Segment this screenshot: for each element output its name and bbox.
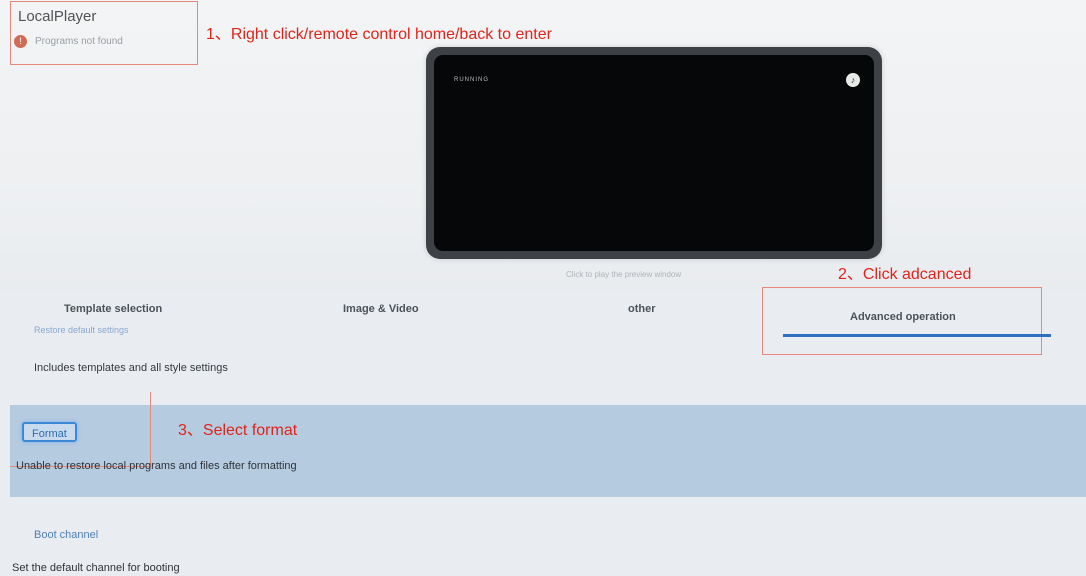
annotation-box-step1: [10, 1, 198, 65]
tab-template-selection[interactable]: Template selection: [64, 303, 162, 315]
preview-screen[interactable]: RUNNING ♪: [434, 55, 874, 251]
annotation-step2: 2、Click adcanced: [838, 266, 972, 283]
boot-channel-title[interactable]: Boot channel: [34, 529, 98, 541]
annotation-box-step3: [10, 392, 151, 467]
restore-settings-title[interactable]: Restore default settings: [34, 325, 129, 335]
annotation-step3: 3、Select format: [178, 422, 298, 439]
tab-other[interactable]: other: [628, 303, 656, 315]
format-desc: Unable to restore local programs and fil…: [16, 460, 297, 472]
annotation-step1: 1、Right click/remote control home/back t…: [206, 26, 552, 43]
boot-channel-desc: Set the default channel for booting: [12, 562, 180, 574]
preview-window[interactable]: RUNNING ♪: [426, 47, 882, 259]
play-icon[interactable]: ♪: [846, 73, 860, 87]
preview-screen-text: RUNNING: [454, 77, 489, 83]
active-tab-indicator: [783, 334, 1051, 337]
annotation-box-step2: [762, 287, 1042, 355]
format-row[interactable]: [10, 405, 1086, 497]
restore-settings-desc: Includes templates and all style setting…: [34, 362, 228, 374]
tab-image-video[interactable]: Image & Video: [343, 303, 419, 315]
preview-hint: Click to play the preview window: [566, 270, 682, 279]
